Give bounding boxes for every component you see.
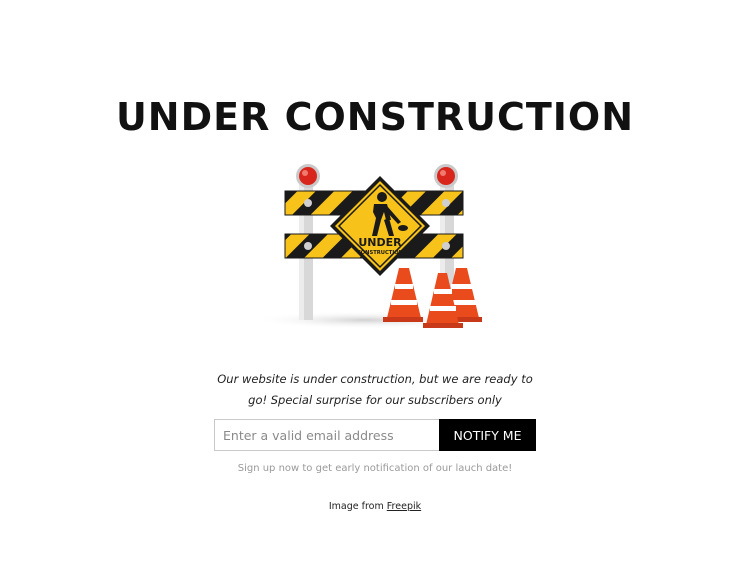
image-credit: Image from Freepik: [0, 501, 750, 512]
construction-barrier-illustration: UNDER CONSTRUCTION: [255, 164, 482, 329]
email-input[interactable]: [214, 419, 439, 451]
tagline-line-1: Our website is under construction, but w…: [217, 372, 533, 386]
notify-me-button[interactable]: NOTIFY ME: [439, 419, 536, 451]
freepik-link[interactable]: Freepik: [387, 501, 421, 512]
tagline-line-2: go! Special surprise for our subscribers…: [248, 393, 502, 407]
sign-text-construction: CONSTRUCTION: [357, 250, 403, 256]
page: UNDER CONSTRUCTION UNDER CONSTRUCTION Ou…: [0, 0, 750, 586]
credit-prefix: Image from: [328, 501, 384, 512]
signup-note: Sign up now to get early notification of…: [237, 463, 513, 474]
traffic-cone-left: [383, 268, 423, 322]
sign-text-under: UNDER: [358, 236, 402, 249]
tagline: Our website is under construction, but w…: [200, 369, 550, 411]
page-title: UNDER CONSTRUCTION: [115, 95, 635, 140]
subscribe-form: NOTIFY ME: [214, 419, 536, 451]
